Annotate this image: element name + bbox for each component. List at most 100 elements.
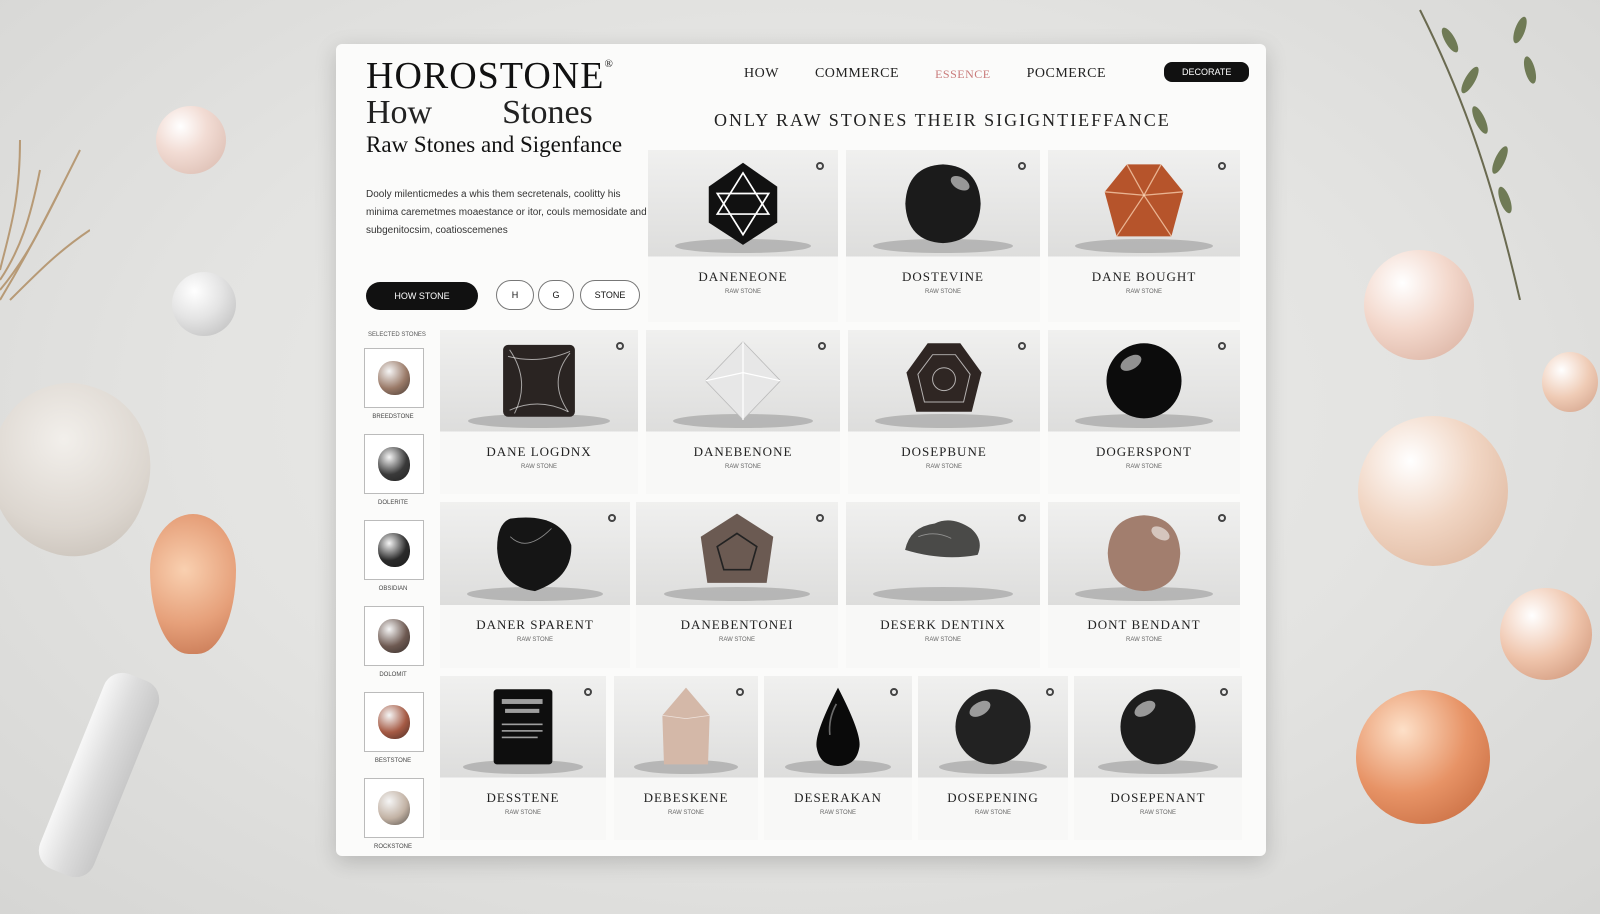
stone-image — [657, 686, 714, 773]
stone-card[interactable]: DANE LOGDNX RAW STONE — [440, 330, 638, 494]
stone-card-name: DESERK DENTINX — [880, 617, 1006, 632]
stone-card-caption: RAW STONE — [1125, 637, 1162, 643]
carnelian-drop-pebble — [150, 514, 236, 654]
stone-card-name: DANEBENONE — [693, 444, 793, 459]
stone-thumbnail-icon — [378, 361, 410, 395]
favorite-icon[interactable] — [816, 514, 824, 522]
favorite-icon[interactable] — [1018, 162, 1026, 170]
thumbnail-label: ROCKSTONE — [374, 844, 412, 850]
stone-card-name: DANEBENTONEI — [680, 617, 794, 632]
stone-card[interactable]: DOSEPENANT RAW STONE — [1074, 676, 1242, 840]
stone-image — [814, 686, 863, 773]
subtitle-left: How — [366, 94, 433, 131]
stone-card[interactable]: DESSTENE RAW STONE — [440, 676, 606, 840]
peach-quartz-pebble — [1500, 588, 1592, 680]
favorite-icon[interactable] — [736, 688, 744, 696]
stone-image — [494, 512, 576, 599]
thumbnail-image — [364, 434, 424, 494]
orange-calcite-pebble — [1356, 690, 1490, 824]
stone-card-name: DOGERSPONT — [1096, 444, 1192, 459]
stone-card[interactable]: DONT BENDANT RAW STONE — [1048, 502, 1240, 668]
thumbnail-image — [364, 520, 424, 580]
stone-image — [498, 340, 580, 427]
favorite-icon[interactable] — [1218, 162, 1226, 170]
favorite-icon[interactable] — [584, 688, 592, 696]
thumbnail-item[interactable]: OBSIDIAN — [364, 520, 424, 592]
stone-card[interactable]: DOGERSPONT RAW STONE — [1048, 330, 1240, 494]
stone-image — [1103, 340, 1185, 427]
favorite-icon[interactable] — [816, 162, 824, 170]
favorite-icon[interactable] — [1018, 514, 1026, 522]
brand-logo[interactable]: HOROSTONE® — [366, 54, 614, 98]
stone-card[interactable]: DANER SPARENT RAW STONE — [440, 502, 630, 668]
favorite-icon[interactable] — [1046, 688, 1054, 696]
stone-card[interactable]: DESERK DENTINX RAW STONE — [846, 502, 1040, 668]
stone-image — [1101, 161, 1187, 252]
favorite-icon[interactable] — [890, 688, 898, 696]
stone-image — [952, 686, 1034, 773]
stone-card-caption: RAW STONE — [924, 637, 961, 643]
intro-description: Dooly milenticmedes a whis them secreten… — [366, 189, 647, 236]
favorite-icon[interactable] — [818, 342, 826, 350]
stone-card-caption: RAW STONE — [1125, 289, 1162, 295]
stone-card[interactable]: DANENEONE RAW STONE — [648, 150, 838, 322]
thumbnail-label: BREEDSTONE — [372, 414, 414, 420]
stone-card[interactable]: DOSEPBUNE RAW STONE — [848, 330, 1040, 494]
primary-cta-button[interactable]: HOW STONE — [366, 282, 478, 310]
stone-thumbnail-icon — [378, 791, 410, 825]
stone-card-name: DOSEPENING — [947, 790, 1039, 805]
stone-card[interactable]: DOSEPENING RAW STONE — [918, 676, 1068, 840]
stone-card-name: DANE LOGDNX — [486, 444, 592, 459]
stone-card-name: DANENEONE — [698, 269, 788, 284]
nav-item-how[interactable]: HOW — [744, 66, 779, 82]
stone-card-caption: RAW STONE — [718, 637, 755, 643]
stone-card[interactable]: DANEBENTONEI RAW STONE — [636, 502, 838, 668]
stone-card-name: DESERAKAN — [794, 790, 882, 805]
favorite-icon[interactable] — [1218, 342, 1226, 350]
thumbnail-item[interactable]: BESTSTONE — [364, 692, 424, 764]
subtitle-right: Stones — [502, 94, 593, 131]
stone-card-name: DEBESKENE — [643, 790, 729, 805]
stone-card-caption: RAW STONE — [924, 289, 961, 295]
favorite-icon[interactable] — [1220, 688, 1228, 696]
nav-action-button[interactable]: DECORATE — [1164, 62, 1250, 82]
stone-card-caption: RAW STONE — [925, 464, 962, 470]
stone-card[interactable]: DANEBENONE RAW STONE — [646, 330, 840, 494]
thumbnail-item[interactable]: BREEDSTONE — [364, 348, 424, 420]
nav-item-essence[interactable]: ESSENCE — [935, 67, 991, 82]
thumbnail-image — [364, 692, 424, 752]
favorite-icon[interactable] — [1018, 342, 1026, 350]
moonstone-pebble — [1358, 416, 1508, 566]
nav-item-pocmerce[interactable]: POCMERCE — [1027, 66, 1106, 82]
thumbnail-image — [364, 778, 424, 838]
thumbnail-item[interactable]: DOLOMIT — [364, 606, 424, 678]
stone-card-name: DANE BOUGHT — [1091, 269, 1197, 284]
thumbnail-item[interactable]: DOLERITE — [364, 434, 424, 506]
stone-card[interactable]: DOSTEVINE RAW STONE — [846, 150, 1040, 322]
stone-card-caption: RAW STONE — [1125, 464, 1162, 470]
stone-card-caption: RAW STONE — [516, 637, 553, 643]
stone-card[interactable]: DANE BOUGHT RAW STONE — [1048, 150, 1240, 322]
stone-thumbnail-icon — [378, 619, 410, 653]
stone-card[interactable]: DEBESKENE RAW STONE — [614, 676, 758, 840]
filter-pill-stone[interactable]: STONE — [580, 280, 640, 310]
favorite-icon[interactable] — [616, 342, 624, 350]
favorite-icon[interactable] — [1218, 514, 1226, 522]
stone-card-caption: RAW STONE — [974, 810, 1011, 816]
favorite-icon[interactable] — [608, 514, 616, 522]
filter-pill-h[interactable]: H — [496, 280, 534, 310]
stone-card-caption: RAW STONE — [667, 810, 704, 816]
thumbnail-label: DOLERITE — [377, 500, 408, 506]
thumbnail-item[interactable]: ROCKSTONE — [364, 778, 424, 850]
stone-image — [1117, 686, 1199, 773]
stone-card[interactable]: DESERAKAN RAW STONE — [764, 676, 912, 840]
filter-pill-g[interactable]: G — [538, 280, 574, 310]
stone-card-caption: RAW STONE — [724, 464, 761, 470]
thumbnails-heading: SELECTED STONES — [368, 332, 426, 338]
stone-image — [902, 512, 984, 566]
page-panel: HOROSTONE® How Stones Raw Stones and Sige… — [336, 44, 1266, 856]
clear-quartz-pebble — [172, 272, 236, 336]
nav-item-commerce[interactable]: COMMERCE — [815, 66, 899, 82]
dried-grass-decoration — [0, 130, 91, 310]
stone-card-caption: RAW STONE — [520, 464, 557, 470]
